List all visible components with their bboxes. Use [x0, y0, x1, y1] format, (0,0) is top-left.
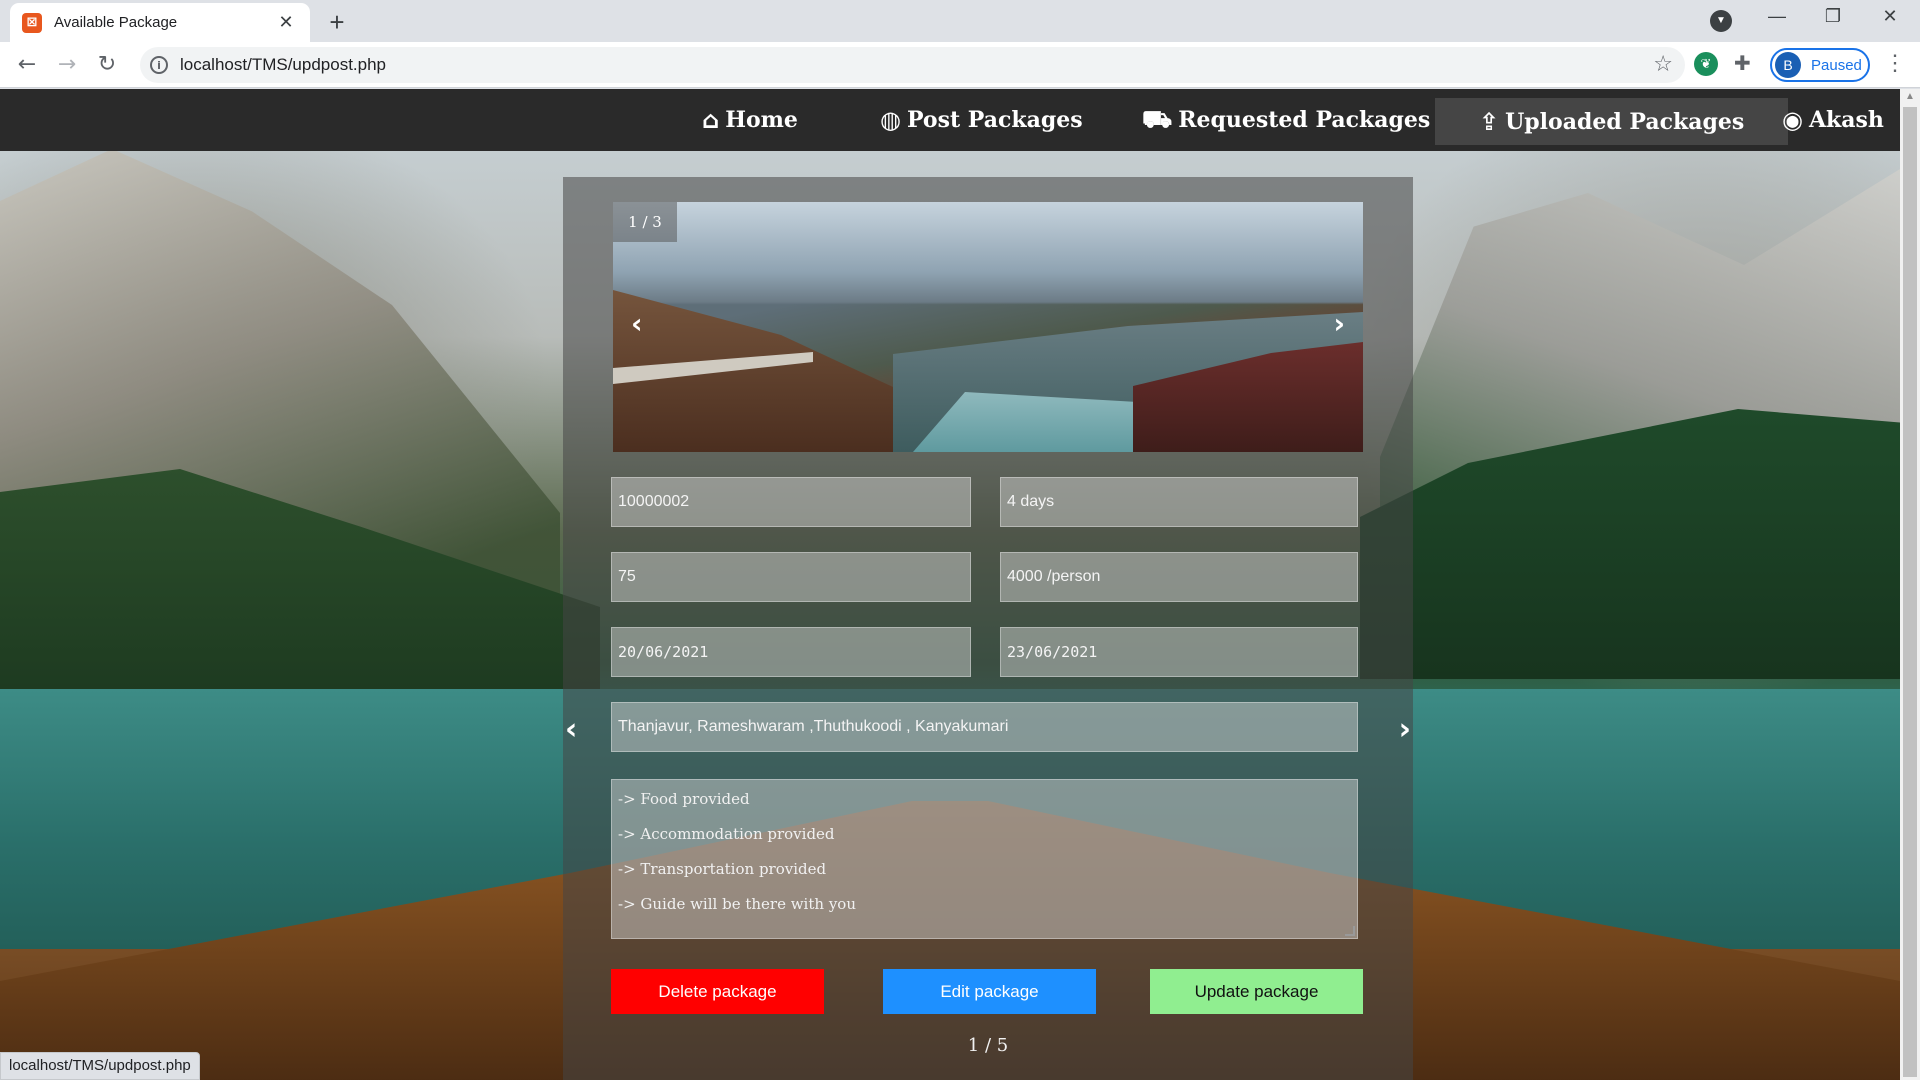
resize-handle-icon[interactable] [1345, 926, 1355, 936]
upload-icon: ⇪ [1479, 107, 1500, 136]
browser-tab[interactable]: ⊠ Available Package ✕ [10, 3, 310, 42]
user-icon: ◉ [1782, 106, 1803, 134]
nav-user[interactable]: ◉ Akash [1782, 89, 1884, 151]
places-field[interactable]: Thanjavur, Rameshwaram ,Thuthukoodi , Ka… [611, 702, 1358, 752]
duration-field[interactable]: 4 days [1000, 477, 1358, 527]
scroll-up-icon[interactable]: ▲ [1905, 91, 1915, 102]
nav-uploaded-packages[interactable]: ⇪ Uploaded Packages [1435, 98, 1789, 145]
page-viewport: ⌂ Home ◍ Post Packages ⛟ Requested Packa… [0, 89, 1900, 1080]
package-id-field[interactable]: 10000002 [611, 477, 971, 527]
profile-status: Paused [1811, 56, 1862, 74]
price-field[interactable]: 4000 /person [1000, 552, 1358, 602]
description-textarea[interactable]: -> Food provided -> Accommodation provid… [611, 779, 1358, 939]
window-close-icon[interactable]: ✕ [1870, 6, 1910, 27]
seats-field[interactable]: 75 [611, 552, 971, 602]
end-date-field[interactable]: 23/06/2021 [1000, 627, 1358, 677]
browser-menu-icon[interactable]: ⋮ [1884, 50, 1906, 76]
description-line: -> Accommodation provided [618, 825, 835, 843]
browser-tabstrip: ⊠ Available Package ✕ + ▼ — ❐ ✕ [0, 0, 1920, 42]
cart-icon: ⛟ [1142, 104, 1173, 133]
tab-close-icon[interactable]: ✕ [274, 12, 298, 33]
scrollbar-thumb[interactable] [1903, 107, 1917, 1077]
status-bar-url: localhost/TMS/updpost.php [0, 1052, 200, 1080]
package-image-carousel: 1 / 3 ‹ › [613, 202, 1363, 452]
description-line: -> Food provided [618, 790, 750, 808]
carousel-next-icon[interactable]: › [1333, 307, 1345, 340]
restore-icon[interactable]: ❐ [1813, 6, 1853, 27]
site-navbar: ⌂ Home ◍ Post Packages ⛟ Requested Packa… [0, 89, 1900, 151]
nav-home[interactable]: ⌂ Home [702, 89, 798, 151]
new-tab-icon[interactable]: + [322, 8, 352, 38]
package-card: 1 / 3 ‹ › 10000002 4 days 75 4000 /perso… [563, 177, 1413, 1080]
edit-package-button[interactable]: Edit package [883, 969, 1096, 1014]
minimize-icon[interactable]: — [1757, 6, 1797, 27]
nav-home-label: Home [725, 107, 798, 133]
nav-uploaded-packages-label: Uploaded Packages [1505, 108, 1745, 135]
carousel-prev-icon[interactable]: ‹ [631, 307, 643, 340]
address-url[interactable]: localhost/TMS/updpost.php [180, 55, 386, 75]
start-date-field[interactable]: 20/06/2021 [611, 627, 971, 677]
bookmark-star-icon[interactable]: ☆ [1653, 52, 1673, 77]
avatar: B [1775, 52, 1801, 78]
image-counter: 1 / 3 [613, 202, 677, 242]
site-favicon-icon: ⊠ [22, 12, 42, 33]
back-icon[interactable]: ← [12, 50, 42, 80]
page-scrollbar[interactable]: ▲ [1900, 89, 1920, 1080]
site-info-icon[interactable]: i [150, 56, 168, 74]
globe-icon: ◍ [880, 106, 901, 134]
forward-icon[interactable]: → [52, 50, 82, 80]
reload-icon[interactable]: ↻ [92, 50, 122, 80]
nav-post-packages-label: Post Packages [906, 107, 1083, 133]
address-bar[interactable]: i localhost/TMS/updpost.php ☆ [140, 47, 1685, 83]
description-line: -> Guide will be there with you [618, 895, 856, 913]
nav-requested-packages[interactable]: ⛟ Requested Packages [1142, 89, 1430, 151]
profile-button[interactable]: B Paused [1770, 48, 1870, 82]
nav-user-label: Akash [1808, 107, 1884, 133]
extensions-puzzle-icon[interactable]: ✚ [1734, 51, 1751, 75]
nav-post-packages[interactable]: ◍ Post Packages [880, 89, 1083, 151]
tab-search-icon[interactable]: ▼ [1710, 10, 1732, 32]
nav-requested-packages-label: Requested Packages [1178, 107, 1431, 133]
description-line: -> Transportation provided [618, 860, 827, 878]
card-next-icon[interactable]: › [1399, 712, 1411, 747]
card-prev-icon[interactable]: ‹ [565, 712, 577, 747]
browser-toolbar: ← → ↻ i localhost/TMS/updpost.php ☆ ❦ ✚ … [0, 42, 1920, 88]
update-package-button[interactable]: Update package [1150, 969, 1363, 1014]
package-page-counter: 1 / 5 [967, 1035, 1009, 1056]
tab-title: Available Package [54, 14, 178, 31]
home-icon: ⌂ [702, 106, 720, 134]
extension-icon[interactable]: ❦ [1694, 52, 1718, 76]
delete-package-button[interactable]: Delete package [611, 969, 824, 1014]
